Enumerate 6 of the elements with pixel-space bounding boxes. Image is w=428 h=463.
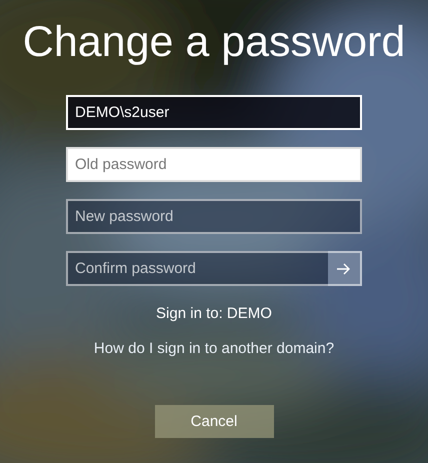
password-field[interactable]: Old password: [66, 147, 362, 182]
page-title: Change a password: [22, 17, 406, 68]
cancel-button[interactable]: Cancel: [154, 405, 274, 438]
other-domain-link[interactable]: How do I sign in to another domain?: [94, 340, 334, 357]
username-field[interactable]: DEMO\s2user: [66, 95, 362, 130]
sign-in-domain-text: Sign in to: DEMO: [156, 305, 272, 322]
